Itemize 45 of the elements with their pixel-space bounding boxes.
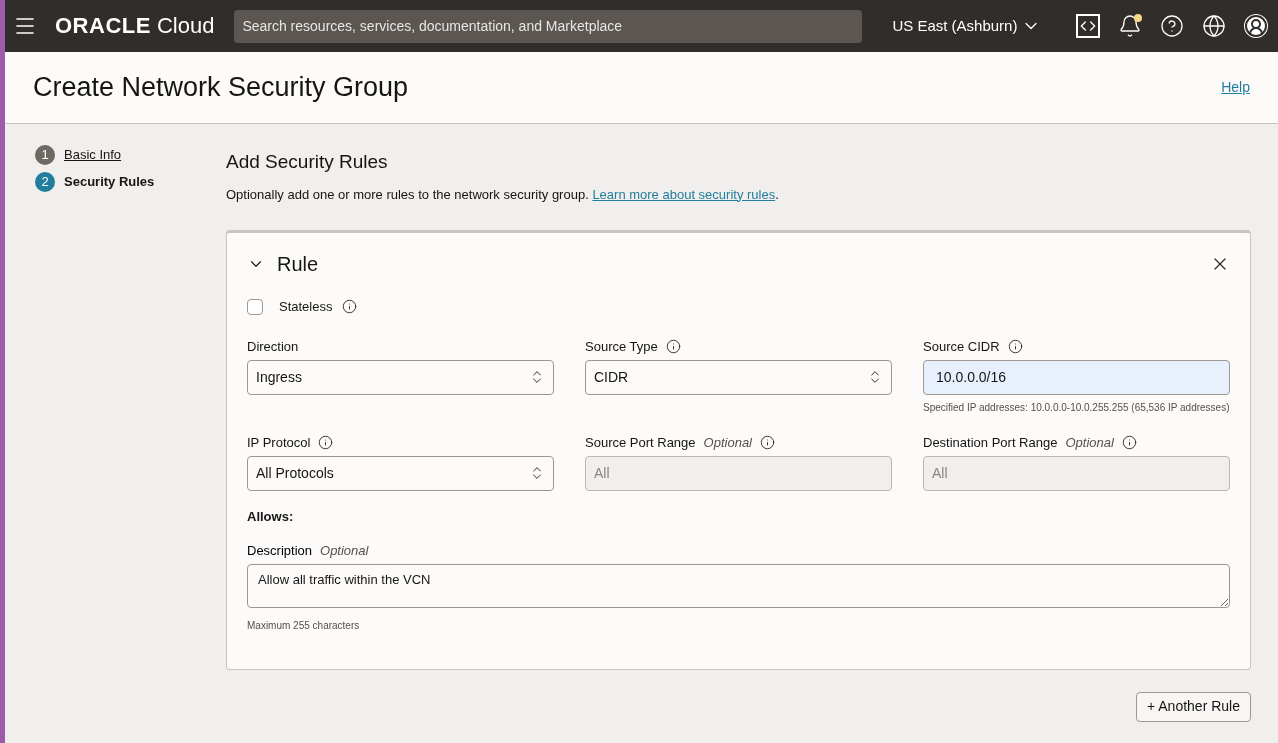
info-icon[interactable]	[1121, 435, 1137, 450]
help-icon[interactable]	[1160, 14, 1184, 38]
field-label: Direction	[247, 337, 299, 356]
help-text: Maximum 255 characters	[247, 618, 361, 633]
code-window-icon[interactable]	[1076, 14, 1100, 38]
checkbox-label: Stateless	[279, 298, 333, 316]
select-field[interactable]: CIDR	[585, 359, 892, 395]
allows-label: Allows:	[247, 507, 295, 526]
bell-icon[interactable]	[1118, 14, 1142, 38]
field-label: Source Type	[585, 337, 658, 356]
rule-toggle[interactable]: Rule	[247, 249, 319, 279]
region-selector[interactable]: US East (Ashburn)	[892, 14, 1042, 38]
logo-product: Cloud	[156, 15, 215, 37]
info-icon[interactable]	[760, 435, 775, 450]
field-label: IP Protocol	[247, 433, 311, 452]
globe-icon[interactable]	[1202, 14, 1226, 38]
select-field[interactable]: Ingress	[247, 359, 554, 395]
section-intro: Optionally add one or more rules to the network security group. Learn more about security rules.	[226, 185, 780, 204]
info-icon[interactable]	[318, 435, 334, 450]
another-rule-button[interactable]: + Another Rule	[1136, 691, 1251, 722]
user-avatar-icon[interactable]	[1244, 14, 1268, 38]
optional-label: Optional	[703, 433, 752, 452]
field-label: Source CIDR	[923, 337, 1000, 356]
step-number: 2	[35, 172, 55, 192]
select-field[interactable]: All Protocols	[247, 455, 554, 491]
field-label: Destination Port Range	[923, 433, 1058, 452]
stateless-checkbox[interactable]	[247, 298, 263, 315]
description-field[interactable]: Allow all traffic within the VCN	[247, 563, 1230, 608]
search-field[interactable]: Search resources, services, documentation, and Marketplace	[234, 9, 863, 43]
step-number: 1	[35, 145, 55, 165]
optional-label: Optional	[1065, 433, 1114, 452]
logo-brand: ORACLE	[55, 15, 151, 37]
page-title: Create Network Security Group	[33, 71, 409, 105]
info-icon[interactable]	[342, 299, 358, 315]
info-icon[interactable]	[1007, 339, 1023, 354]
step-link[interactable]: Security Rules	[64, 172, 155, 192]
section-title: Add Security Rules	[226, 150, 389, 174]
input-field[interactable]: 10.0.0.0/16	[923, 359, 1230, 395]
info-icon[interactable]	[665, 339, 681, 354]
optional-label: Optional	[320, 542, 369, 560]
field-label: Description	[247, 542, 313, 560]
help-link[interactable]: Help	[1221, 77, 1250, 98]
step-link[interactable]: Basic Info	[64, 145, 122, 165]
help-text: Specified IP addresses: 10.0.0.0-10.0.255.255 (65,536 IP addresses)	[923, 400, 1230, 415]
field-label: Source Port Range	[585, 433, 696, 452]
